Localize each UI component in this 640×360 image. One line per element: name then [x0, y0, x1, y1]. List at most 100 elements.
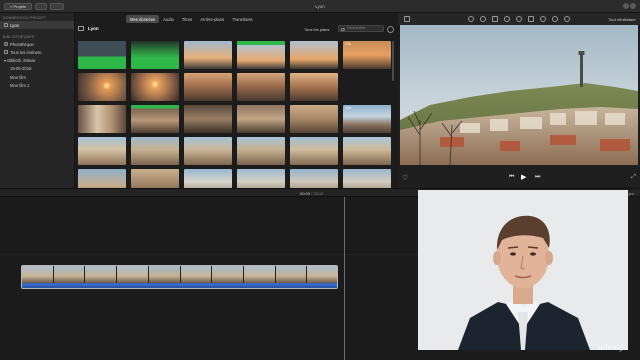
sidebar-item-imovie-library[interactable]: ▾ Biblioth. iMovie [0, 57, 74, 65]
library-sidebar: DONNÉES DU PROJET Lyon BIBLIOTHÈQUES Pho… [0, 13, 75, 188]
clip-thumbnail[interactable] [237, 137, 285, 165]
inspector-toolbar: Tout réinitialiser [398, 13, 640, 25]
info-icon[interactable] [564, 16, 570, 22]
play-icon[interactable]: ▶ [521, 173, 526, 181]
event-title: Lyon [88, 26, 99, 31]
gear-icon[interactable] [387, 25, 394, 33]
clip-thumbnail[interactable] [184, 169, 232, 188]
clip-thumbnail[interactable] [78, 169, 126, 188]
skip-back-icon[interactable]: ⏮ [509, 174, 514, 181]
sidebar-item-mon-film[interactable]: Mon film [0, 73, 74, 81]
stabilization-icon[interactable] [504, 16, 510, 22]
filmstrip-frame [117, 266, 149, 283]
video-clip-track[interactable] [21, 265, 338, 289]
color-correction-icon[interactable] [480, 16, 486, 22]
filmstrip-frame [243, 266, 276, 283]
viewer-frame [400, 25, 638, 165]
search-input[interactable]: Rechercher [338, 25, 384, 32]
filmstrip [22, 266, 337, 283]
clip-thumbnail[interactable] [131, 105, 179, 133]
clip-thumbnail[interactable] [184, 41, 232, 69]
clip-thumbnail[interactable] [290, 41, 338, 69]
media-browser: Mes données Audio Titres Arrière-plans T… [76, 13, 398, 188]
clip-thumbnail[interactable]: 3.0s [343, 105, 391, 133]
clip-thumbnail[interactable] [290, 137, 338, 165]
favorite-heart-icon[interactable]: ♡ [402, 174, 408, 182]
video-viewer [400, 25, 638, 165]
tab-my-media[interactable]: Mes données [126, 15, 160, 23]
clip-thumbnail[interactable] [290, 73, 338, 101]
timecode: 00:05 / 03:12 [300, 191, 324, 196]
viewer-controls: ♡ ⏮ ▶ ⏭ ⤢ [398, 165, 640, 187]
color-balance-icon[interactable] [468, 16, 474, 22]
filmstrip-frame [180, 266, 213, 283]
window-controls[interactable] [622, 3, 636, 10]
filmstrip-frame [307, 266, 337, 283]
noise-reduction-icon[interactable] [528, 16, 534, 22]
filmstrip-frame [22, 266, 54, 283]
clip-thumbnail[interactable] [131, 137, 179, 165]
film-icon [4, 23, 8, 28]
clip-thumbnail[interactable] [78, 105, 126, 133]
photos-icon [4, 42, 8, 47]
tab-backgrounds[interactable]: Arrière-plans [196, 15, 228, 23]
clip-filter-icon[interactable] [552, 16, 558, 22]
clip-thumbnail[interactable] [131, 41, 179, 69]
filmstrip-frame [275, 266, 308, 283]
filmstrip-frame [212, 266, 244, 283]
crop-icon[interactable] [492, 16, 498, 22]
media-tabs: Mes données Audio Titres Arrière-plans T… [126, 15, 257, 23]
speed-icon[interactable] [540, 16, 546, 22]
skip-forward-icon[interactable]: ⏭ [535, 174, 540, 181]
browser-toolbar: Lyon Tous les plans Rechercher [76, 25, 398, 33]
clip-thumbnail[interactable] [343, 169, 391, 188]
filmstrip-frame [85, 266, 118, 283]
clip-thumbnail[interactable] [237, 73, 285, 101]
sidebar-item-event-date[interactable]: 19-05-2018 [0, 65, 74, 73]
browser-scrollbar[interactable] [392, 41, 394, 81]
project-data-header: DONNÉES DU PROJET [3, 16, 46, 20]
timeline-divider [0, 254, 418, 255]
clip-thumbnail[interactable] [290, 105, 338, 133]
clip-thumbnail[interactable] [78, 137, 126, 165]
clip-thumbnail[interactable] [184, 137, 232, 165]
playhead[interactable] [344, 197, 345, 360]
title-bar: < Projets Lyon [0, 0, 640, 13]
tab-transitions[interactable]: Transitions [228, 15, 256, 23]
sidebar-toggle-icon[interactable] [78, 26, 84, 31]
presenter-webcam [418, 190, 628, 350]
sidebar-item-mon-film-1[interactable]: Mon film 1 [0, 81, 74, 89]
clip-thumbnail[interactable] [78, 41, 126, 69]
presenter-video [418, 190, 628, 350]
clip-grid: 3.0s 3.0s [78, 39, 398, 188]
sidebar-item-all-events[interactable]: Tous les événem. [0, 48, 74, 56]
wand-icon[interactable] [404, 16, 410, 22]
clip-thumbnail[interactable] [290, 169, 338, 188]
clip-thumbnail[interactable] [343, 137, 391, 165]
fullscreen-icon[interactable]: ⤢ [631, 174, 636, 181]
sidebar-item-photos[interactable]: Photothèque [0, 40, 74, 48]
audio-waveform-peaks [22, 283, 337, 286]
tab-titles[interactable]: Titres [178, 15, 196, 23]
clip-thumbnail[interactable] [184, 105, 232, 133]
window-title: Lyon [315, 4, 325, 9]
clip-thumbnail[interactable] [237, 41, 285, 69]
libraries-header: BIBLIOTHÈQUES [3, 35, 35, 40]
clip-thumbnail[interactable] [237, 105, 285, 133]
udemy-watermark: udemy [598, 343, 624, 352]
search-icon [341, 27, 345, 31]
clip-thumbnail[interactable] [78, 73, 126, 101]
clip-thumbnail[interactable] [131, 169, 179, 188]
filmstrip-frame [53, 266, 86, 283]
film-icon [4, 50, 8, 55]
reset-all-button[interactable]: Tout réinitialiser [608, 17, 636, 22]
clip-thumbnail[interactable] [131, 73, 179, 101]
clip-thumbnail[interactable] [237, 169, 285, 188]
sidebar-item-lyon[interactable]: Lyon [0, 21, 74, 30]
filmstrip-frame [148, 266, 181, 283]
clip-thumbnail[interactable]: 3.0s [343, 41, 391, 69]
clip-filter-dropdown[interactable]: Tous les plans [304, 27, 329, 32]
volume-icon[interactable] [516, 16, 522, 22]
clip-thumbnail[interactable] [184, 73, 232, 101]
tab-audio[interactable]: Audio [159, 15, 178, 23]
